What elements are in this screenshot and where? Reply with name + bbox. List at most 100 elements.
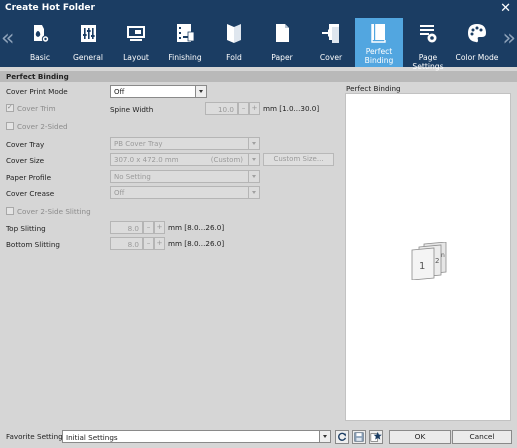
tab-label: Finishing	[168, 53, 202, 62]
settings-toolbar: « Basic General Layout Finishing Fold Pa…	[0, 18, 517, 71]
chevron-down-icon	[248, 171, 259, 182]
cover-crease-label: Cover Crease	[6, 189, 55, 198]
favorite-setting-select[interactable]: Initial Settings	[62, 430, 331, 443]
tab-label: Fold	[226, 53, 242, 62]
select-extra: (Custom)	[210, 155, 243, 164]
window-title: Create Hot Folder	[5, 3, 95, 13]
chevron-down-icon	[319, 431, 330, 442]
chevron-down-icon	[248, 138, 259, 149]
decrement-button[interactable]: –	[143, 237, 154, 250]
checkbox-icon	[6, 103, 14, 112]
tab-perfect-binding[interactable]: Perfect Binding	[355, 18, 403, 67]
favorite-button[interactable]	[369, 430, 383, 444]
bucket-icon	[34, 25, 50, 43]
checkbox-label: Cover Trim	[17, 104, 56, 113]
checkbox-icon	[6, 207, 14, 215]
section-header: Perfect Binding	[0, 71, 517, 82]
bottom-slitting-label: Bottom Slitting	[6, 240, 60, 249]
increment-button[interactable]: +	[154, 237, 165, 250]
chevron-down-icon	[248, 154, 259, 165]
increment-button[interactable]: +	[154, 221, 165, 234]
tab-general[interactable]: General	[64, 18, 112, 67]
bottom-slitting-range: mm [8.0...26.0]	[168, 239, 225, 248]
select-value: No Setting	[114, 172, 151, 181]
binding-preview: 1 2 n	[345, 93, 511, 421]
tab-label: Page Settings	[412, 53, 444, 71]
tab-label: Basic	[29, 53, 51, 62]
tab-label: Layout	[123, 53, 149, 62]
top-slitting-range: mm [8.0...26.0]	[168, 223, 225, 232]
tab-paper[interactable]: Paper	[258, 18, 306, 67]
chevron-down-icon	[195, 86, 206, 97]
spine-width-value[interactable]: 10.0	[205, 102, 238, 115]
bottom-bar: Favorite Setting Initial Settings OK Can…	[0, 427, 517, 448]
decrement-button[interactable]: –	[143, 221, 154, 234]
section-title: Perfect Binding	[6, 72, 69, 81]
finishing-icon	[177, 24, 195, 42]
tab-basic[interactable]: Basic	[16, 18, 64, 67]
save-button[interactable]	[352, 430, 366, 444]
bottom-slitting-value[interactable]: 8.0	[110, 237, 143, 250]
refresh-icon	[338, 432, 347, 441]
fold-icon	[227, 24, 241, 43]
cover-icon	[322, 24, 339, 43]
select-value: Off	[114, 188, 125, 197]
tab-label: Perfect Binding	[364, 47, 394, 65]
cover-tray-label: Cover Tray	[6, 140, 45, 149]
title-bar: Create Hot Folder ✕	[0, 0, 517, 18]
tab-cover[interactable]: Cover	[307, 18, 355, 67]
top-slitting-label: Top Slitting	[6, 224, 46, 233]
paper-profile-label: Paper Profile	[6, 173, 51, 182]
scroll-left-icon[interactable]: «	[1, 28, 14, 50]
select-value: Off	[114, 87, 125, 96]
preview-label: Perfect Binding	[346, 84, 401, 93]
ok-button[interactable]: OK	[389, 430, 451, 444]
custom-size-button[interactable]: Custom Size...	[263, 153, 334, 166]
cover-size-select[interactable]: 307.0 x 472.0 mm (Custom)	[110, 153, 260, 166]
scroll-right-icon[interactable]: »	[503, 28, 516, 50]
chevron-down-icon	[248, 187, 259, 198]
favorite-setting-label: Favorite Setting	[6, 432, 63, 441]
page-number-2: 2	[435, 257, 439, 265]
page-number-n: n	[441, 252, 445, 259]
tab-fold[interactable]: Fold	[210, 18, 258, 67]
select-value: Initial Settings	[66, 432, 118, 442]
sliders-icon	[81, 25, 96, 42]
star-icon	[370, 431, 382, 442]
select-value: 307.0 x 472.0 mm	[114, 155, 179, 164]
tab-label: General	[73, 53, 103, 62]
close-icon[interactable]: ✕	[500, 1, 511, 16]
booklet-preview-icon: 1 2 n	[411, 242, 447, 280]
top-slitting-value[interactable]: 8.0	[110, 221, 143, 234]
increment-button[interactable]: +	[249, 102, 260, 115]
paper-profile-select[interactable]: No Setting	[110, 170, 260, 183]
cover-print-mode-select[interactable]: Off	[110, 85, 207, 98]
tab-finishing[interactable]: Finishing	[161, 18, 209, 67]
cancel-button[interactable]: Cancel	[452, 430, 512, 444]
tab-layout[interactable]: Layout	[112, 18, 160, 67]
spine-width-label: Spine Width	[110, 105, 154, 114]
tab-label: Color Mode	[455, 53, 499, 62]
cover-crease-select[interactable]: Off	[110, 186, 260, 199]
checkbox-icon	[6, 122, 14, 130]
page-settings-icon	[420, 25, 437, 43]
spine-width-range: mm [1.0...30.0]	[263, 104, 320, 113]
checkbox-label: Cover 2-Sided	[17, 122, 68, 131]
page-number-1: 1	[419, 261, 425, 272]
paper-icon	[276, 24, 289, 42]
tab-page-settings[interactable]: Page Settings	[404, 18, 452, 71]
refresh-button[interactable]	[335, 430, 349, 444]
tab-color-mode[interactable]: Color Mode	[453, 18, 501, 67]
cover-tray-select[interactable]: PB Cover Tray	[110, 137, 260, 150]
layout-icon	[127, 26, 145, 41]
checkbox-label: Cover 2-Side Slitting	[17, 207, 91, 216]
tab-label: Cover	[319, 53, 343, 62]
tab-label: Paper	[271, 53, 293, 62]
cover-print-mode-label: Cover Print Mode	[6, 87, 68, 96]
palette-icon	[468, 24, 486, 43]
select-value: PB Cover Tray	[114, 139, 163, 148]
book-icon	[371, 24, 386, 43]
cover-size-label: Cover Size	[6, 156, 45, 165]
save-icon	[354, 432, 364, 442]
decrement-button[interactable]: –	[238, 102, 249, 115]
